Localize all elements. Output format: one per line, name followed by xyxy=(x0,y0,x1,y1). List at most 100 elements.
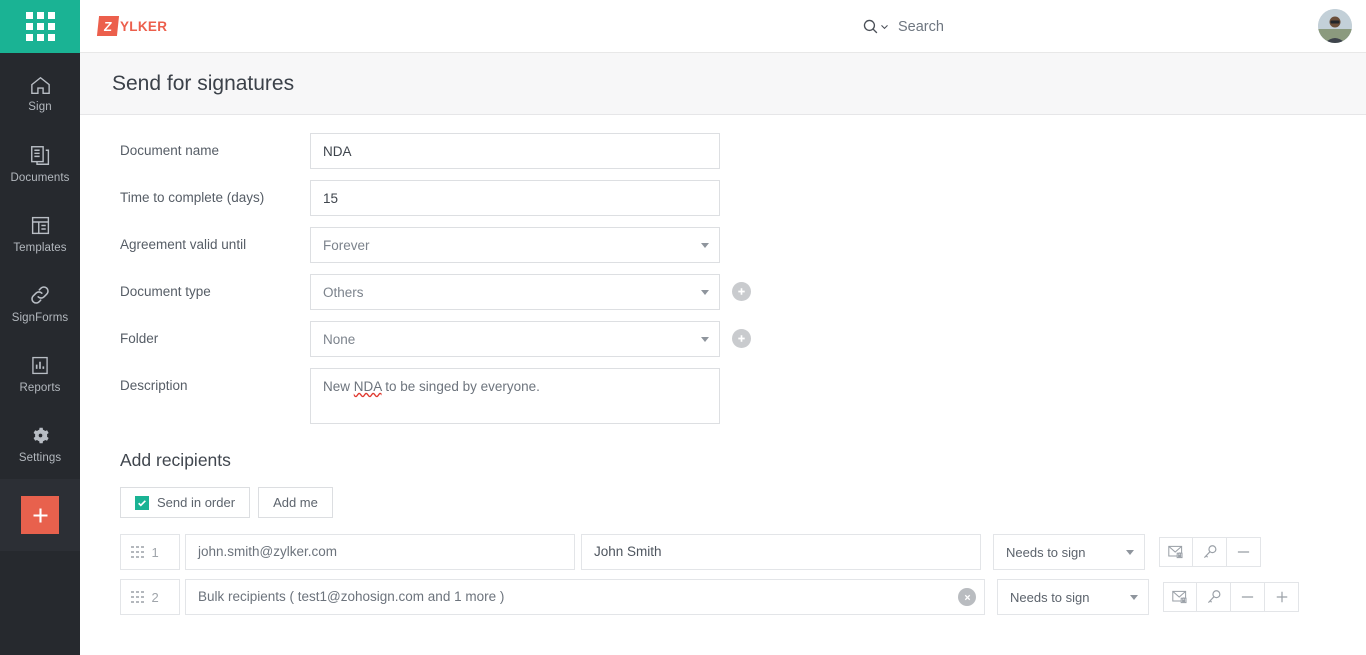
folder-select[interactable]: None xyxy=(310,321,720,357)
description-textarea[interactable]: New NDA to be singed by everyone. xyxy=(310,368,720,424)
row-number: 1 xyxy=(152,545,159,560)
app-root: Sign Documents Templates xyxy=(0,0,1366,655)
documents-icon xyxy=(30,145,51,166)
create-new-button[interactable] xyxy=(21,496,59,534)
access-code-icon xyxy=(1206,589,1222,605)
chevron-down-icon xyxy=(701,243,709,248)
document-name-input[interactable] xyxy=(310,133,720,169)
add-me-button[interactable]: Add me xyxy=(258,487,333,518)
drag-handle-icon xyxy=(131,591,144,604)
recipient-role-select[interactable]: Needs to sign xyxy=(997,579,1149,615)
chevron-down-icon xyxy=(701,290,709,295)
row-drag-handle[interactable]: 1 xyxy=(120,534,180,570)
sidebar: Sign Documents Templates xyxy=(0,0,80,655)
close-icon xyxy=(963,593,972,602)
form-row-document-name: Document name xyxy=(80,133,1366,169)
user-avatar-image xyxy=(1318,9,1352,43)
avatar[interactable] xyxy=(1318,9,1352,43)
templates-icon xyxy=(30,215,51,236)
private-message-icon xyxy=(1168,545,1184,559)
chevron-down-icon xyxy=(701,337,709,342)
private-message-button[interactable] xyxy=(1159,537,1193,567)
role-value: Needs to sign xyxy=(1006,545,1086,560)
select-value: Forever xyxy=(323,238,370,253)
add-me-label: Add me xyxy=(273,495,318,510)
form-row-document-type: Document type Others xyxy=(80,274,1366,310)
recipient-role-select[interactable]: Needs to sign xyxy=(993,534,1145,570)
checkbox-checked-icon xyxy=(135,496,149,510)
field-label: Folder xyxy=(80,321,310,357)
plus-icon xyxy=(736,333,747,344)
search-icon xyxy=(862,18,889,35)
field-label: Description xyxy=(80,368,310,404)
agreement-valid-until-select[interactable]: Forever xyxy=(310,227,720,263)
recipient-row: 1 john.smith@zylker.com John Smith Needs… xyxy=(120,534,1366,570)
content-area: Document name Time to complete (days) Ag… xyxy=(80,115,1366,655)
topbar: Z YLKER Search xyxy=(80,0,1366,53)
field-label: Document type xyxy=(80,274,310,310)
sidebar-item-label: Templates xyxy=(13,242,66,254)
create-new-container xyxy=(0,479,80,551)
sidebar-item-signforms[interactable]: SignForms xyxy=(0,269,80,339)
sidebar-item-reports[interactable]: Reports xyxy=(0,339,80,409)
access-code-button[interactable] xyxy=(1197,582,1231,612)
gear-icon xyxy=(30,425,51,446)
chevron-down-icon xyxy=(880,22,889,31)
sidebar-item-settings[interactable]: Settings xyxy=(0,409,80,479)
form-row-folder: Folder None xyxy=(80,321,1366,357)
time-to-complete-input[interactable] xyxy=(310,180,720,216)
apps-grid-icon xyxy=(26,12,55,41)
brand-logo[interactable]: Z YLKER xyxy=(98,16,167,36)
plus-icon xyxy=(736,286,747,297)
recipient-email-input[interactable]: john.smith@zylker.com xyxy=(185,534,575,570)
sidebar-item-label: Settings xyxy=(19,452,61,464)
recipient-name-input[interactable]: John Smith xyxy=(581,534,981,570)
chevron-down-icon xyxy=(1126,550,1134,555)
apps-launcher-button[interactable] xyxy=(0,0,80,53)
remove-row-icon xyxy=(1236,547,1251,557)
add-recipient-button[interactable] xyxy=(1265,582,1299,612)
field-label: Agreement valid until xyxy=(80,227,310,263)
description-misspelled-word: NDA xyxy=(354,379,382,394)
field-label: Document name xyxy=(80,133,310,169)
search-label: Search xyxy=(898,19,944,35)
sidebar-item-templates[interactable]: Templates xyxy=(0,199,80,269)
chevron-down-icon xyxy=(1130,595,1138,600)
recipient-actions xyxy=(1163,582,1299,612)
form-row-time-to-complete: Time to complete (days) xyxy=(80,180,1366,216)
document-type-select[interactable]: Others xyxy=(310,274,720,310)
drag-handle-icon xyxy=(131,546,144,559)
send-in-order-toggle[interactable]: Send in order xyxy=(120,487,250,518)
sidebar-item-label: Documents xyxy=(10,172,69,184)
sidebar-item-sign[interactable]: Sign xyxy=(0,59,80,129)
add-document-type-button[interactable] xyxy=(732,282,751,301)
search-button[interactable]: Search xyxy=(862,0,944,53)
select-value: None xyxy=(323,332,355,347)
bulk-recipients-text: Bulk recipients ( test1@zohosign.com and… xyxy=(198,580,504,614)
home-icon xyxy=(30,76,51,95)
clear-bulk-recipients-button[interactable] xyxy=(958,588,976,606)
description-text-before: New xyxy=(323,379,354,394)
row-drag-handle[interactable]: 2 xyxy=(120,579,180,615)
recipient-row: 2 Bulk recipients ( test1@zohosign.com a… xyxy=(120,579,1366,615)
remove-recipient-button[interactable] xyxy=(1231,582,1265,612)
field-label: Time to complete (days) xyxy=(80,180,310,216)
brand-text: YLKER xyxy=(120,19,167,34)
add-row-icon xyxy=(1275,590,1289,604)
recipient-toolbar: Send in order Add me xyxy=(120,487,1366,518)
page-header: Send for signatures xyxy=(80,53,1366,115)
bar-chart-icon xyxy=(30,355,50,376)
sidebar-item-documents[interactable]: Documents xyxy=(0,129,80,199)
brand-mark: Z xyxy=(97,16,119,36)
remove-recipient-button[interactable] xyxy=(1227,537,1261,567)
private-message-button[interactable] xyxy=(1163,582,1197,612)
bulk-recipients-input[interactable]: Bulk recipients ( test1@zohosign.com and… xyxy=(185,579,985,615)
row-number: 2 xyxy=(152,590,159,605)
sidebar-item-label: Reports xyxy=(20,382,61,394)
access-code-button[interactable] xyxy=(1193,537,1227,567)
role-value: Needs to sign xyxy=(1010,590,1090,605)
description-text-after: to be singed by everyone. xyxy=(382,379,540,394)
recipient-actions xyxy=(1159,537,1261,567)
add-folder-button[interactable] xyxy=(732,329,751,348)
sidebar-item-label: Sign xyxy=(28,101,51,113)
